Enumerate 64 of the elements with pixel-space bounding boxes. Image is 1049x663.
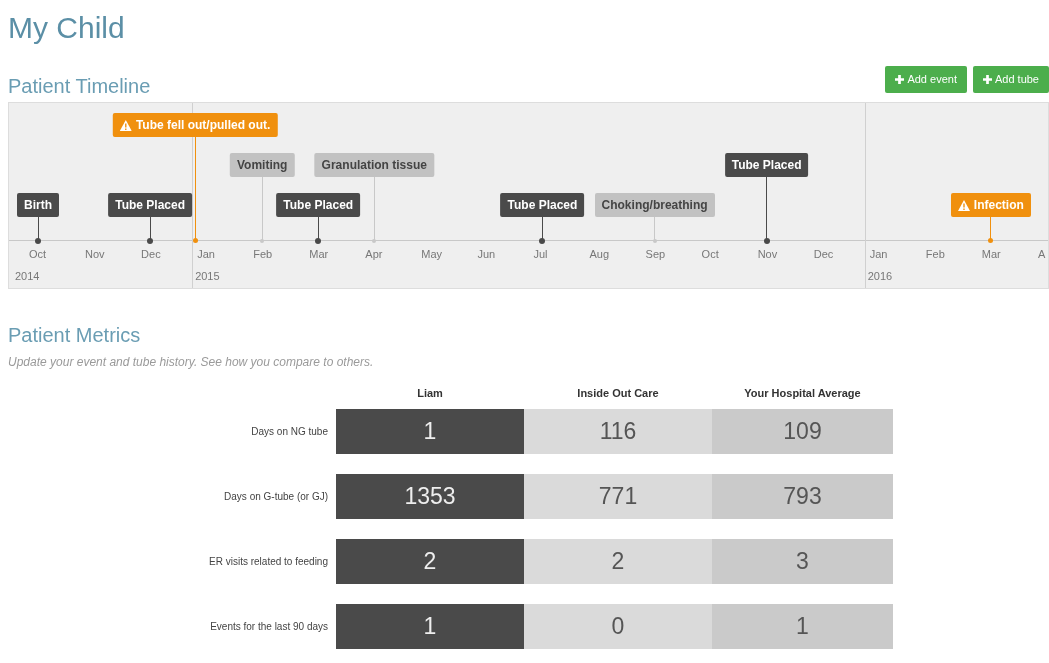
event-marker <box>315 237 322 244</box>
month-label: Jul <box>533 248 548 261</box>
metric-cell: 793 <box>712 473 893 519</box>
row-label: ER visits related to feeding <box>209 554 328 569</box>
warning-icon <box>119 119 132 131</box>
month-label: Oct <box>29 248 47 261</box>
event-tag[interactable]: Birth <box>17 193 59 217</box>
metric-cell: 2 <box>336 538 524 584</box>
row-label: Days on G-tube (or GJ) <box>224 489 328 504</box>
month-label: Mar <box>981 248 1001 261</box>
metric-cell: 1 <box>712 603 893 649</box>
year-label: 2016 <box>867 270 893 283</box>
metric-cell: 116 <box>524 408 712 454</box>
month-label: Dec <box>141 248 161 261</box>
section-subtitle: Update your event and tube history. See how you compare to others. <box>8 354 375 371</box>
event-tag[interactable]: Vomiting <box>229 153 295 177</box>
section-title: Patient Timeline <box>8 74 151 98</box>
metric-cell: 3 <box>712 538 893 584</box>
plus-icon <box>895 75 905 84</box>
row-label: Days on NG tube <box>251 424 328 439</box>
section-title: Patient Metrics <box>8 323 142 347</box>
event-marker <box>192 238 198 243</box>
column-header: Your Hospital Average <box>744 386 861 401</box>
event-tag[interactable]: Choking/breathing <box>594 193 715 217</box>
event-tag[interactable]: Tube Placed <box>108 193 192 217</box>
month-label: Jan <box>869 248 888 261</box>
plus-icon <box>982 75 992 84</box>
month-label: Jun <box>477 248 496 261</box>
metric-cell: 2 <box>524 538 712 584</box>
month-label: May <box>421 248 443 261</box>
month-label: Mar <box>309 248 329 261</box>
month-label: Jan <box>197 248 215 261</box>
month-label: A <box>1037 248 1046 261</box>
metric-cell: 1353 <box>336 473 524 519</box>
column-header: Liam <box>417 386 443 401</box>
month-label: Apr <box>365 248 383 261</box>
warning-icon <box>957 199 970 211</box>
event-tag[interactable]: Granulation tissue <box>314 153 434 177</box>
page-title: My Child <box>8 10 126 46</box>
month-label: Oct <box>701 248 719 261</box>
event-tag[interactable]: Tube Placed <box>500 193 585 217</box>
metric-cell: 109 <box>712 408 893 454</box>
month-label: Nov <box>85 248 105 261</box>
month-label: Feb <box>925 248 945 261</box>
month-label: Aug <box>589 248 610 261</box>
year-label: 2014 <box>15 270 40 283</box>
event-marker <box>35 237 41 244</box>
metric-cell: 1 <box>336 603 524 649</box>
event-marker <box>763 237 770 244</box>
event-marker <box>539 237 546 244</box>
month-label: Dec <box>813 248 834 261</box>
metric-cell: 1 <box>336 408 524 454</box>
year-label: 2015 <box>195 270 220 283</box>
month-label: Feb <box>253 248 273 261</box>
month-label: Nov <box>757 248 778 261</box>
event-tag[interactable]: Tube Placed <box>724 153 809 177</box>
row-label: Events for the last 90 days <box>210 619 328 634</box>
metric-cell: 771 <box>524 473 712 519</box>
event-tag[interactable]: Tube Placed <box>276 193 361 217</box>
column-header: Inside Out Care <box>577 386 659 401</box>
event-marker <box>147 237 154 244</box>
month-label: Sep <box>645 248 666 261</box>
metric-cell: 0 <box>524 603 712 649</box>
event-marker <box>988 238 994 243</box>
